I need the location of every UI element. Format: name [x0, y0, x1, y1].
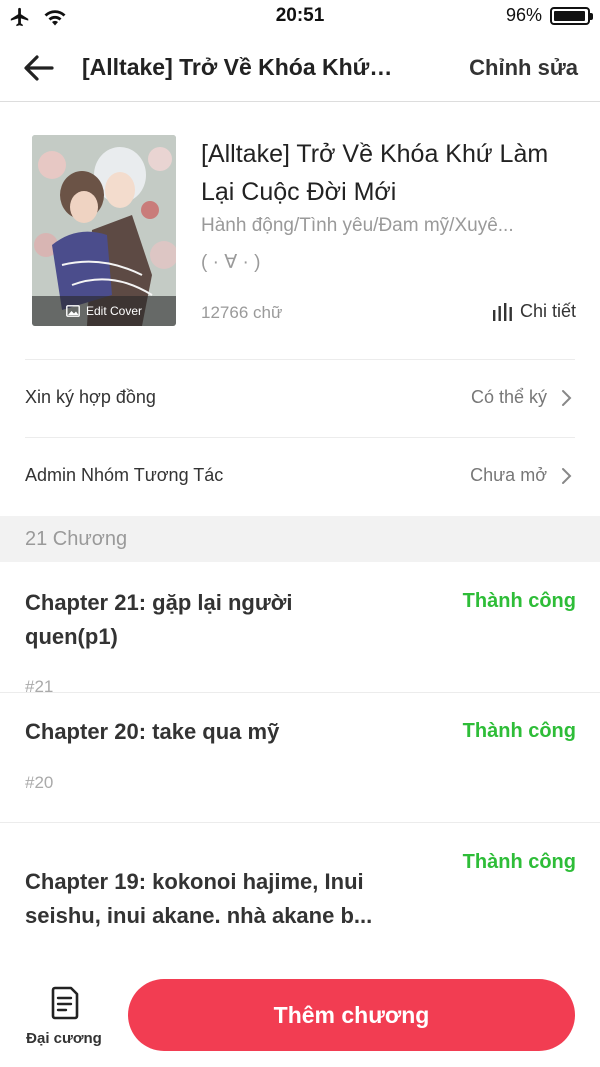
- document-icon: [51, 986, 79, 1020]
- chapter-item[interactable]: Chapter 21: gặp lại người quen(p1) Thành…: [0, 562, 600, 696]
- chapter-title: Chapter 20: take qua mỹ: [25, 719, 280, 744]
- detail-label: Chi tiết: [519, 301, 576, 321]
- chapter-title: Chapter 19: kokonoi hajime, Inui seishu,…: [25, 869, 373, 928]
- admin-group-value: Chưa mở: [470, 465, 547, 485]
- add-chapter-button[interactable]: Thêm chương: [128, 979, 575, 1051]
- edit-cover-label: Edit Cover: [85, 304, 143, 318]
- chapter-item[interactable]: Chapter 20: take qua mỹ Thành công #20: [0, 693, 600, 823]
- battery-icon: [550, 6, 593, 25]
- chapter-status: Thành công: [462, 720, 576, 742]
- book-info: Edit Cover [Alltake] Trở Về Khóa Khứ Làm…: [0, 103, 600, 359]
- detail-button[interactable]: Chi tiết: [492, 301, 576, 322]
- nav-bar: [Alltake] Trở Về Khóa Khứ… Chỉnh sửa: [0, 34, 600, 102]
- status-bar: 20:51 96%: [0, 0, 600, 34]
- admin-group-label: Admin Nhóm Tương Tác: [25, 465, 224, 485]
- arrow-left-icon[interactable]: [22, 52, 56, 84]
- chapters-header: 21 Chương: [0, 516, 600, 562]
- book-emoticon: ( · ∀ · ): [201, 252, 261, 273]
- contract-label: Xin ký hợp đồng: [25, 387, 156, 407]
- bottom-bar: Đại cương Thêm chương: [0, 962, 600, 1067]
- status-right: 96%: [505, 5, 593, 26]
- edit-button[interactable]: Chỉnh sửa: [469, 55, 578, 81]
- chapters-count: 21 Chương: [25, 528, 128, 550]
- chevron-right-icon: [562, 468, 572, 484]
- chapter-number: #20: [25, 773, 54, 792]
- contract-row[interactable]: Xin ký hợp đồng Có thể ký: [0, 359, 600, 437]
- chevron-right-icon: [562, 390, 572, 406]
- outline-button[interactable]: Đại cương: [18, 984, 110, 1054]
- battery-fill: [554, 10, 585, 21]
- chapter-item[interactable]: Chapter 19: kokonoi hajime, Inui seishu,…: [0, 823, 600, 962]
- book-genres: Hành động/Tình yêu/Đam mỹ/Xuyê...: [201, 215, 514, 236]
- chapter-status: Thành công: [462, 851, 576, 873]
- book-cover[interactable]: Edit Cover: [32, 135, 176, 326]
- book-title: [Alltake] Trở Về Khóa Khứ Làm Lại Cuộc Đ…: [201, 140, 549, 206]
- admin-group-row[interactable]: Admin Nhóm Tương Tác Chưa mở: [0, 437, 600, 515]
- image-icon: [66, 305, 80, 317]
- chapter-status: Thành công: [462, 590, 576, 612]
- page-title: [Alltake] Trở Về Khóa Khứ…: [82, 54, 393, 80]
- contract-value: Có thể ký: [470, 387, 547, 407]
- outline-label: Đại cương: [26, 1030, 102, 1047]
- word-count: 12766 chữ: [201, 303, 283, 322]
- battery-percent: 96%: [505, 5, 542, 25]
- bar-chart-icon: [492, 302, 512, 321]
- chapter-title: Chapter 21: gặp lại người quen(p1): [25, 590, 293, 649]
- edit-cover-button[interactable]: Edit Cover: [32, 296, 176, 326]
